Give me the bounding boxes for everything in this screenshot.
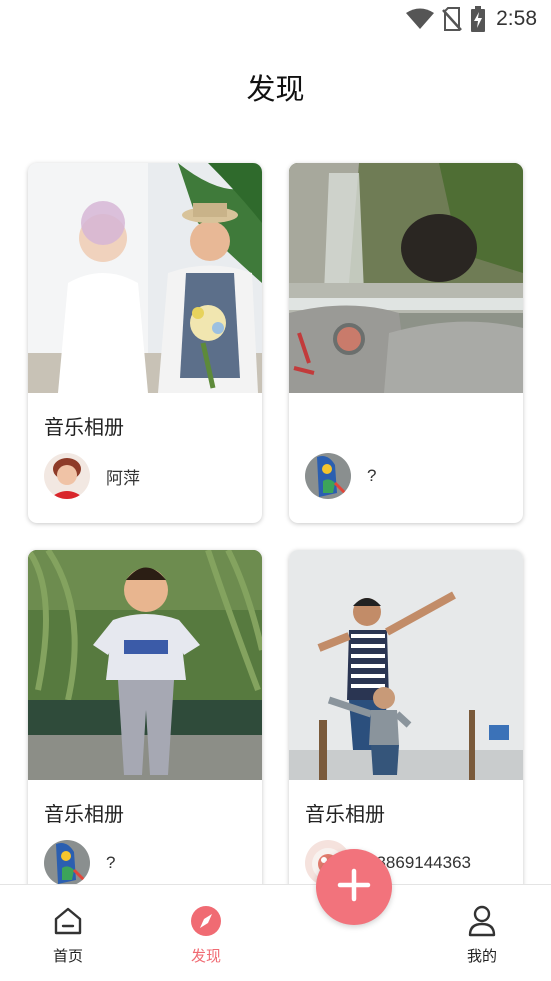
battery-charging-icon xyxy=(470,6,486,32)
nav-item-discover[interactable]: 发现 xyxy=(166,885,246,981)
plus-icon xyxy=(336,867,372,907)
no-sim-icon xyxy=(442,7,463,31)
wifi-icon xyxy=(406,8,435,30)
nav-label-discover: 发现 xyxy=(190,947,221,965)
album-owner[interactable]: 阿萍 xyxy=(44,453,140,499)
boy-by-lake-photo xyxy=(28,550,262,780)
compass-icon xyxy=(190,905,222,937)
album-card[interactable]: 音乐相册 13869144363 xyxy=(289,550,523,910)
album-owner[interactable]: ? xyxy=(44,840,115,886)
status-icons: 2:58 xyxy=(406,6,537,32)
woman-avatar xyxy=(44,453,90,499)
nav-label-me: 我的 xyxy=(466,947,497,965)
user-icon xyxy=(466,905,498,937)
status-time: 2:58 xyxy=(496,7,537,30)
bottom-nav: 首页 发现 我的 xyxy=(0,884,551,981)
peacock-avatar xyxy=(44,840,90,886)
nav-item-home[interactable]: 首页 xyxy=(28,885,108,981)
album-card[interactable]: 音乐相册 ? xyxy=(28,550,262,910)
page-title: 发现 xyxy=(246,72,305,106)
create-album-button[interactable] xyxy=(316,849,392,925)
waterfall-cave-photo xyxy=(289,163,523,393)
home-icon xyxy=(52,905,84,937)
status-bar: 2:58 xyxy=(0,0,551,38)
wedding-couple-photo xyxy=(28,163,262,393)
album-caption: 音乐相册 xyxy=(44,802,124,826)
album-caption: 音乐相册 xyxy=(305,802,385,826)
owner-name: ? xyxy=(106,853,116,872)
nav-label-home: 首页 xyxy=(52,947,83,965)
album-owner[interactable]: ? xyxy=(305,453,376,499)
album-card[interactable]: 音乐相册 阿萍 xyxy=(28,163,262,523)
owner-name: ? xyxy=(367,466,377,485)
peacock-avatar xyxy=(305,453,351,499)
album-card[interactable]: ? xyxy=(289,163,523,523)
father-son-dab-photo xyxy=(289,550,523,780)
nav-item-me[interactable]: 我的 xyxy=(442,885,522,981)
owner-name: 阿萍 xyxy=(106,468,140,488)
album-caption: 音乐相册 xyxy=(44,415,124,439)
